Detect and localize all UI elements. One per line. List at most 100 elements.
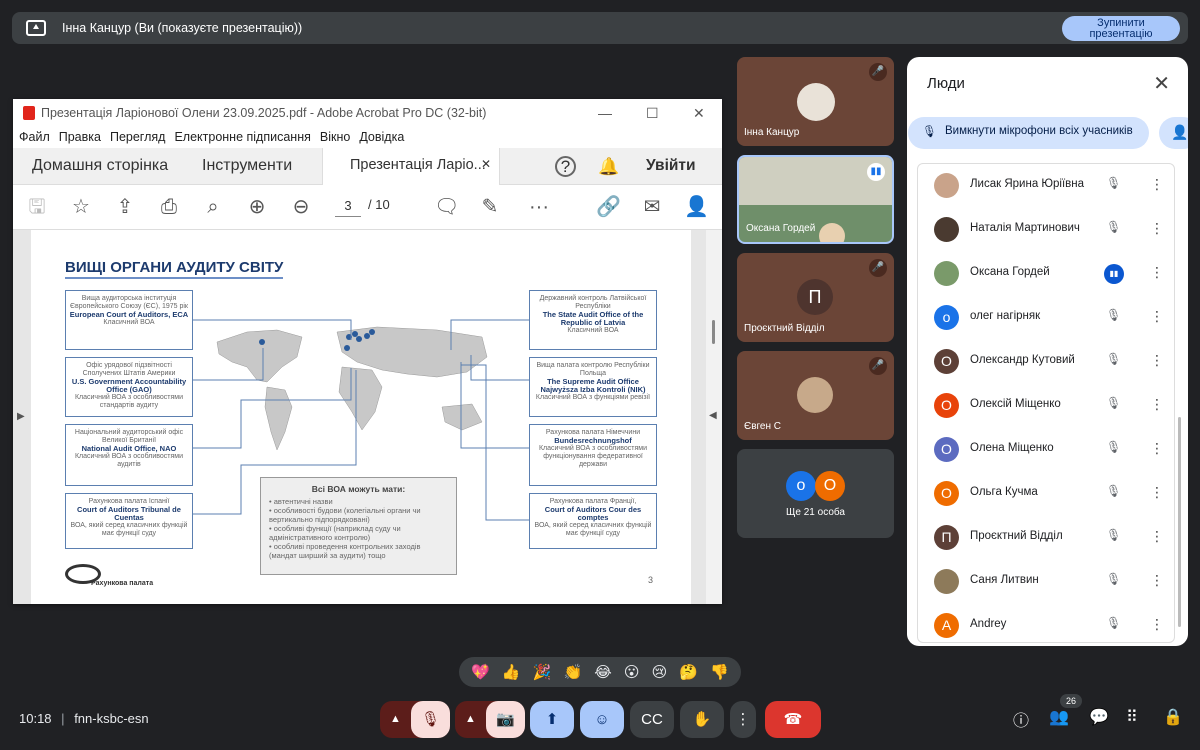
save-icon[interactable]: 🖫 (25, 195, 49, 219)
add-user-icon[interactable]: 👤 (684, 195, 709, 219)
more-options-icon[interactable]: ⋮ (1150, 484, 1164, 501)
participant-row[interactable]: Наталія Мартинович 🎙 ⋮ (918, 208, 1176, 252)
leave-call-icon[interactable]: ☎ (765, 701, 821, 738)
present-screen-icon[interactable]: ⬆ (530, 701, 574, 738)
mic-off-icon[interactable]: 🎙 (1106, 440, 1121, 454)
emoji-icon[interactable]: ☺ (580, 701, 624, 738)
participant-row[interactable]: Оксана Гордей ▮▮ ⋮ (918, 252, 1176, 296)
menu-help[interactable]: Довідка (359, 130, 404, 144)
participant-row[interactable]: О Ольга Кучма 🎙 ⋮ (918, 472, 1176, 516)
mic-off-icon[interactable]: 🎙 (1106, 352, 1121, 366)
minimize-icon[interactable]: — (598, 105, 612, 121)
reaction-thinking[interactable]: 🤔 (679, 663, 698, 681)
video-tile[interactable]: ▮▮ Оксана Гордей (737, 155, 894, 244)
stop-presenting-button[interactable]: Зупинити презентацію (1062, 16, 1180, 41)
highlight-pen-icon[interactable]: ✎ (478, 195, 502, 219)
close-icon[interactable]: ✕ (693, 105, 705, 122)
print-icon[interactable]: ⎙ (157, 195, 181, 219)
more-options-icon[interactable]: ⋮ (1150, 308, 1164, 325)
more-options-icon[interactable]: ⋮ (1150, 572, 1164, 589)
reaction-clap[interactable]: 👏 (563, 663, 582, 681)
mute-all-button[interactable]: 🎙 Вимкнути мікрофони всіх учасників (908, 117, 1149, 149)
host-controls-icon[interactable]: 🔒 (1163, 707, 1183, 727)
close-icon[interactable]: ✕ (1153, 71, 1170, 96)
sign-in-link[interactable]: Увійти (646, 157, 696, 175)
mic-off-icon[interactable]: 🎙 (1106, 484, 1121, 498)
video-tile[interactable]: П 🎤 Проєктний Відділ (737, 253, 894, 342)
menu-edit[interactable]: Правка (59, 130, 101, 144)
reaction-thumbs-up[interactable]: 👍 (502, 663, 521, 681)
more-options-icon[interactable]: ⋮ (730, 701, 756, 738)
menu-window[interactable]: Вікно (320, 130, 350, 144)
reaction-party[interactable]: 🎉 (533, 663, 552, 681)
participant-row[interactable]: О Олена Міщенко 🎙 ⋮ (918, 428, 1176, 472)
participant-row[interactable]: О Олександр Кутовий 🎙 ⋮ (918, 340, 1176, 384)
tab-close-icon[interactable]: ✕ (481, 157, 491, 171)
more-options-icon[interactable]: ⋮ (1150, 528, 1164, 545)
menu-esign[interactable]: Електронне підписання (174, 130, 310, 144)
mic-off-icon[interactable]: 🎙 (1106, 220, 1121, 234)
vertical-scrollbar[interactable]: ◀ (706, 230, 722, 604)
participant-row[interactable]: П Проєктний Відділ 🎙 ⋮ (918, 516, 1176, 560)
chat-icon[interactable]: 💬 (1089, 707, 1109, 727)
mic-off-icon[interactable]: 🎙 (1106, 528, 1121, 542)
comment-icon[interactable]: 🗨 (434, 195, 459, 219)
info-icon[interactable]: ⓘ (1013, 707, 1029, 731)
add-people-button[interactable]: 👤+ (1159, 117, 1188, 149)
star-icon[interactable]: ☆ (69, 195, 93, 219)
list-scrollbar[interactable] (1178, 417, 1181, 627)
video-tile[interactable]: 🎤 Інна Канцур (737, 57, 894, 146)
activities-icon[interactable]: ⠿ (1126, 707, 1138, 727)
participant-row[interactable]: Лисак Ярина Юріївна 🎙 ⋮ (918, 164, 1176, 208)
more-options-icon[interactable]: ⋮ (1150, 396, 1164, 413)
mic-off-icon[interactable]: 🎙 (1106, 176, 1121, 190)
page-number-input[interactable]: 3 (335, 195, 361, 217)
participant-row[interactable]: A Andrey 🎙 ⋮ (918, 604, 1176, 646)
share-link-icon[interactable]: 🔗 (596, 195, 621, 219)
tab-tools[interactable]: Інструменти (202, 157, 292, 175)
page-down-icon[interactable]: ⊖ (289, 195, 313, 219)
more-options-icon[interactable]: ⋮ (1150, 352, 1164, 369)
participant-row[interactable]: О Олексій Міщенко 🎙 ⋮ (918, 384, 1176, 428)
menu-view[interactable]: Перегляд (110, 130, 165, 144)
page-up-icon[interactable]: ⊕ (245, 195, 269, 219)
more-options-icon[interactable]: ⋮ (1150, 440, 1164, 457)
camera-off-icon[interactable]: 📷 (486, 701, 525, 738)
reaction-sad[interactable]: 😢 (652, 663, 668, 681)
more-options-icon[interactable]: ⋮ (1150, 176, 1164, 193)
participant-row[interactable]: Саня Литвин 🎙 ⋮ (918, 560, 1176, 604)
more-options-icon[interactable]: ⋮ (1150, 264, 1164, 281)
captions-icon[interactable]: CC (630, 701, 674, 738)
chevron-up-icon[interactable]: ▲ (390, 701, 401, 738)
tab-home[interactable]: Домашня сторінка (32, 157, 168, 175)
left-panel-toggle-icon[interactable]: ▶ (17, 411, 25, 422)
tab-document[interactable]: Презентація Ларіо... ✕ (322, 148, 500, 185)
reaction-laugh[interactable]: 😂 (594, 663, 612, 681)
bell-icon[interactable]: 🔔 (598, 157, 619, 177)
mic-off-icon[interactable]: 🎙 (1106, 572, 1121, 586)
more-options-icon[interactable]: ⋮ (1150, 616, 1164, 633)
maximize-icon[interactable]: ☐ (646, 105, 659, 122)
video-tile[interactable]: 🎤 Євген С (737, 351, 894, 440)
menu-file[interactable]: Файл (19, 130, 50, 144)
mic-off-icon[interactable]: 🎙 (1106, 616, 1121, 630)
more-tools-icon[interactable]: ··· (527, 195, 551, 219)
reaction-surprised[interactable]: 😮 (624, 663, 640, 681)
right-panel-toggle-icon[interactable]: ◀ (709, 410, 717, 421)
people-icon[interactable]: 👥 (1049, 707, 1069, 727)
participant-row[interactable]: о олег нагірняк 🎙 ⋮ (918, 296, 1176, 340)
speaking-icon[interactable]: ▮▮ (1104, 264, 1124, 284)
more-participants-tile[interactable]: о О Ще 21 особа (737, 449, 894, 538)
mic-off-icon[interactable]: 🎙 (411, 701, 450, 738)
raise-hand-icon[interactable]: ✋ (680, 701, 724, 738)
chevron-up-icon[interactable]: ▲ (465, 701, 476, 738)
mic-off-icon[interactable]: 🎙 (1106, 308, 1121, 322)
upload-icon[interactable]: ⇪ (113, 195, 137, 219)
help-icon[interactable]: ? (555, 156, 576, 177)
reaction-heart[interactable]: 💖 (471, 663, 490, 681)
more-options-icon[interactable]: ⋮ (1150, 220, 1164, 237)
zoom-search-icon[interactable]: ⌕ (201, 195, 225, 219)
mic-off-icon[interactable]: 🎙 (1106, 396, 1121, 410)
reaction-thumbs-down[interactable]: 👎 (710, 663, 729, 681)
email-icon[interactable]: ✉ (640, 195, 664, 219)
